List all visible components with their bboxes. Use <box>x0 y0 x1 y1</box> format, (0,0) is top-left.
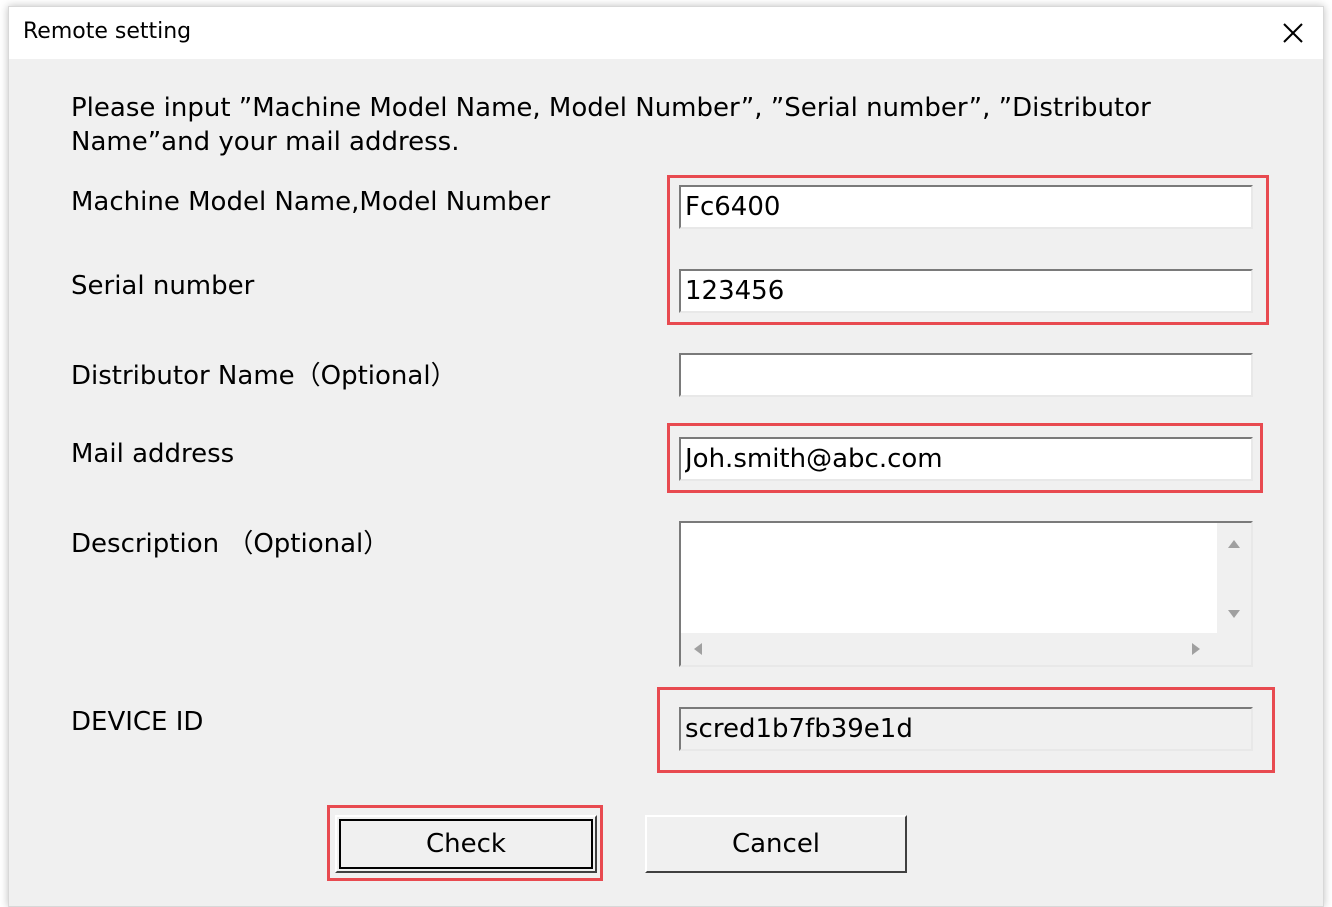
cancel-button[interactable]: Cancel <box>645 815 907 873</box>
device-id-label: DEVICE ID <box>71 707 204 737</box>
window-title: Remote setting <box>23 19 192 44</box>
scroll-down-arrow-icon[interactable] <box>1227 607 1241 621</box>
distributor-label: Distributor Name（Optional） <box>71 361 457 391</box>
serial-label: Serial number <box>71 271 255 301</box>
model-input[interactable] <box>679 185 1253 229</box>
mail-label: Mail address <box>71 439 235 469</box>
title-bar: Remote setting <box>9 7 1323 59</box>
description-textarea[interactable] <box>681 523 1217 637</box>
distributor-input[interactable] <box>679 353 1253 397</box>
description-label: Description （Optional） <box>71 529 390 559</box>
mail-input[interactable] <box>679 437 1253 481</box>
scroll-right-arrow-icon[interactable] <box>1189 642 1203 656</box>
scrollbar-corner <box>1217 633 1251 665</box>
serial-input[interactable] <box>679 269 1253 313</box>
model-label: Machine Model Name,Model Number <box>71 187 551 217</box>
close-button[interactable] <box>1273 13 1313 53</box>
description-textarea-box <box>679 521 1253 667</box>
close-icon <box>1283 23 1303 43</box>
device-id-field <box>679 707 1253 751</box>
check-button[interactable]: Check <box>335 815 597 873</box>
instruction-text: Please input ”Machine Model Name, Model … <box>71 93 1151 157</box>
scroll-left-arrow-icon[interactable] <box>691 642 705 656</box>
horizontal-scrollbar[interactable] <box>681 633 1217 665</box>
scroll-up-arrow-icon[interactable] <box>1227 537 1241 551</box>
remote-setting-dialog: Remote setting Please input ”Machine Mod… <box>8 6 1324 907</box>
vertical-scrollbar[interactable] <box>1217 523 1251 633</box>
